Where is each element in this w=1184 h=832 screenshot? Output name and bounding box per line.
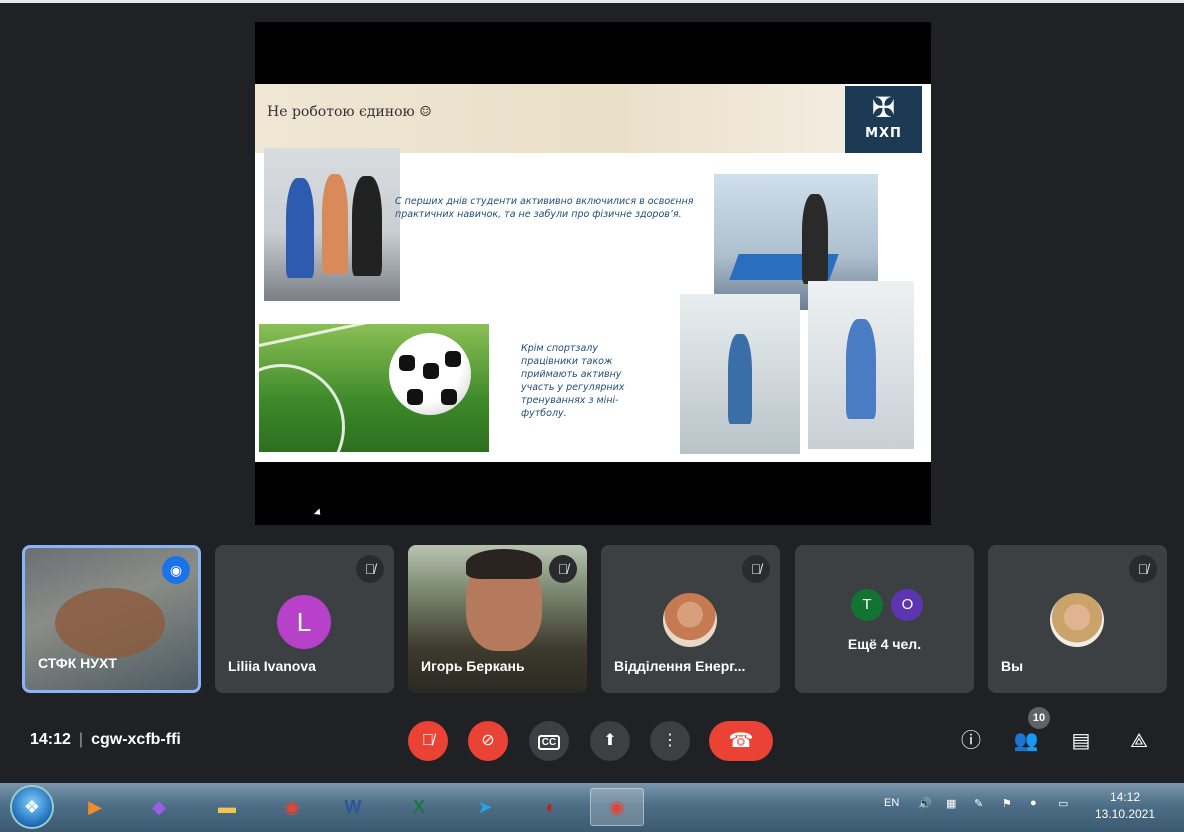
people-button[interactable]: 👥 [1012, 727, 1040, 755]
excel-icon: X [412, 797, 425, 817]
meeting-info: 14:12 | cgw-xcfb-ffi [30, 731, 181, 749]
participant-name: Игорь Беркань [421, 658, 525, 674]
chat-button[interactable]: ▤ [1067, 727, 1095, 755]
participant-tile[interactable]: ◉ СТФК НУХТ [22, 545, 201, 693]
clock-date: 13.10.2021 [1094, 807, 1156, 821]
more-options-button[interactable]: ⋮ [650, 721, 690, 761]
participant-name: Вы [1001, 658, 1024, 674]
hangup-icon: ☎ [728, 730, 754, 752]
taskbar-explorer[interactable]: ▬ [200, 788, 254, 826]
participant-name: Liliia Ivanova [228, 658, 316, 674]
captions-button[interactable]: CC [529, 721, 569, 761]
windmill-icon: ✠ [871, 92, 896, 123]
taskbar-telegram[interactable]: ➤ [458, 788, 512, 826]
tray-orange-icon[interactable]: ● [1030, 797, 1037, 809]
avatar: L [277, 595, 331, 649]
taskbar-media-player[interactable]: ▶ [68, 788, 122, 826]
meeting-separator: | [78, 731, 84, 748]
mic-muted-icon: 🎙̸ [549, 555, 577, 583]
mic-toggle-button[interactable]: 🎙̸ [408, 721, 448, 761]
media-player-icon: ▶ [88, 797, 102, 817]
people-count-badge: 10 [1028, 707, 1050, 729]
purple-app-icon: ◆ [152, 797, 166, 817]
participant-tile-more[interactable]: T O Ещё 4 чел. [795, 545, 974, 693]
start-button[interactable]: ❖ [12, 787, 52, 827]
camera-off-icon: ⊘ [481, 732, 495, 749]
taskbar-chrome-1[interactable]: ◉ [265, 788, 319, 826]
mic-off-icon: 🎙̸ [422, 732, 434, 749]
participant-tile[interactable]: 🎙̸ Игорь Беркань [408, 545, 587, 693]
windows-taskbar: ❖ ▶ ◆ ▬ ◉ W X ➤ ◐ ◉ EN 🔊 ▦ ✎ ⚑ ● ▭ 14:12… [0, 783, 1184, 832]
mic-muted-icon: 🎙̸ [742, 555, 770, 583]
chat-icon: ▤ [1071, 730, 1091, 752]
chrome-icon: ◉ [609, 797, 625, 817]
meeting-time: 14:12 [30, 731, 71, 748]
present-screen-icon: ⬆ [603, 732, 617, 749]
word-icon: W [344, 797, 362, 817]
avatar: O [891, 589, 924, 621]
slide-paragraph-2: Крім спортзалу працівники також приймают… [521, 343, 625, 419]
activities-icon: ⟁ [1130, 730, 1148, 752]
volume-icon[interactable]: 🔊 [918, 797, 932, 810]
slide: Не роботою єдиною ☺ ✠ МХП С перших днів … [255, 84, 931, 462]
more-vertical-icon: ⋮ [662, 732, 678, 749]
avatar: T [851, 589, 883, 621]
info-icon: ⓘ [961, 730, 981, 752]
slide-title: Не роботою єдиною ☺ [267, 104, 432, 120]
meeting-code: cgw-xcfb-ffi [91, 731, 181, 748]
telegram-icon: ➤ [477, 797, 493, 817]
more-participants-avatars: T O [851, 589, 927, 621]
more-participants-label: Ещё 4 чел. [847, 636, 922, 652]
chrome-icon: ◉ [284, 797, 300, 817]
window-top-edge [0, 0, 1184, 3]
slide-paragraph-1: С перших днів студенти актививно включил… [395, 196, 694, 220]
taskbar-word[interactable]: W [326, 788, 380, 826]
participant-tile-self[interactable]: 🎙̸ Вы [988, 545, 1167, 693]
gym-photo-dips [680, 294, 800, 454]
leave-call-button[interactable]: ☎ [709, 721, 773, 761]
meeting-details-button[interactable]: ⓘ [957, 727, 985, 755]
speaking-indicator-icon: ◉ [162, 556, 190, 584]
gym-photo-boxing [264, 148, 400, 301]
red-app-icon: ◐ [545, 797, 557, 817]
taskbar-app-purple[interactable]: ◆ [132, 788, 186, 826]
action-center-flag-icon[interactable]: ⚑ [1002, 797, 1012, 810]
taskbar-red-app[interactable]: ◐ [524, 788, 578, 826]
avatar [663, 593, 717, 647]
tray-app-icon[interactable]: ▦ [946, 797, 956, 810]
taskbar-chrome-2[interactable]: ◉ [590, 788, 644, 826]
folder-icon: ▬ [218, 797, 236, 817]
slide-header: Не роботою єдиною ☺ [255, 84, 845, 153]
taskbar-excel[interactable]: X [392, 788, 446, 826]
participant-tile[interactable]: 🎙̸ Відділення Енерг... [601, 545, 780, 693]
captions-icon: CC [537, 735, 561, 750]
clock-time: 14:12 [1109, 790, 1141, 804]
system-clock[interactable]: 14:12 13.10.2021 [1090, 789, 1160, 823]
mhp-logo: ✠ МХП [845, 86, 922, 153]
avatar [1050, 593, 1104, 647]
mic-muted-icon: 🎙̸ [356, 555, 384, 583]
participant-name: СТФК НУХТ [38, 655, 117, 671]
football-photo [259, 324, 489, 452]
network-icon[interactable]: ▭ [1058, 797, 1068, 810]
mic-muted-icon: 🎙̸ [1129, 555, 1157, 583]
logo-text: МХП [865, 126, 902, 141]
present-button[interactable]: ⬆ [590, 721, 630, 761]
activities-button[interactable]: ⟁ [1125, 727, 1153, 755]
language-indicator[interactable]: EN [884, 797, 899, 809]
people-icon: 👥 [1013, 730, 1039, 752]
tray-pencil-icon[interactable]: ✎ [974, 797, 983, 810]
gym-photo-pullups [808, 281, 914, 449]
participant-name: Відділення Енерг... [614, 658, 746, 674]
presentation-stage: Не роботою єдиною ☺ ✠ МХП С перших днів … [255, 22, 931, 525]
soccer-ball-icon [389, 333, 471, 415]
camera-toggle-button[interactable]: ⊘ [468, 721, 508, 761]
participant-tile[interactable]: 🎙̸ L Liliia Ivanova [215, 545, 394, 693]
